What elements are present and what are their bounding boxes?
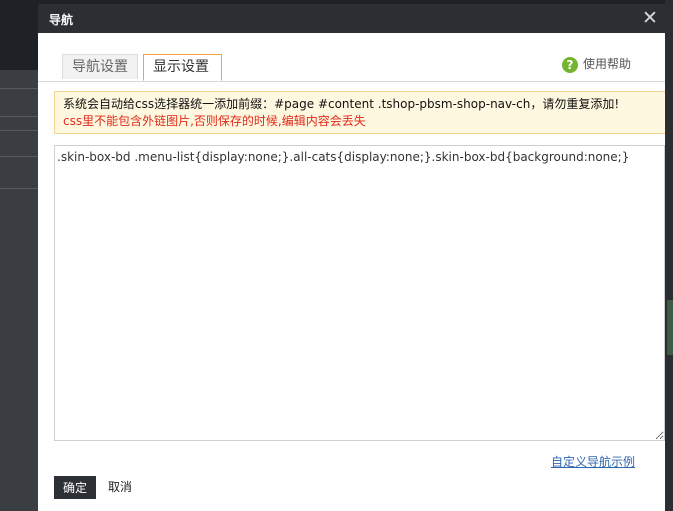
navigation-dialog: 导航 ✕ 导航设置 显示设置 ? 使用帮助 系统会自动给css选择器统一添加前缀：… [38,4,665,511]
background-divider [0,88,38,89]
background-accent [667,300,673,355]
tab-display-settings[interactable]: 显示设置 [143,54,222,81]
help-label: 使用帮助 [582,57,631,71]
background-panel-left [0,70,38,511]
notice-box: 系统会自动给css选择器统一添加前缀：#page #content .tshop… [54,91,665,134]
close-icon[interactable]: ✕ [639,7,661,29]
help-icon: ? [561,56,578,73]
dialog-title: 导航 [49,13,74,27]
notice-warning-text: css里不能包含外链图片,否则保存的时候,编辑内容会丢失 [63,114,366,128]
cancel-button[interactable]: 取消 [102,476,138,499]
css-editor[interactable]: .skin-box-bd .menu-list{display:none;}.a… [54,145,665,441]
dialog-titlebar: 导航 ✕ [38,4,665,33]
background-panel-right [665,0,673,511]
background-divider [0,116,38,117]
background-divider [0,156,38,157]
background-divider [0,188,38,189]
tab-bar: 导航设置 显示设置 ? 使用帮助 [38,33,665,82]
custom-nav-example-link[interactable]: 自定义导航示例 [551,453,635,470]
background-divider [0,130,38,131]
notice-prefix-text: 系统会自动给css选择器统一添加前缀：#page #content .tshop… [63,97,620,111]
help-link[interactable]: ? 使用帮助 [561,55,631,73]
ok-button[interactable]: 确定 [54,476,96,499]
tab-nav-settings[interactable]: 导航设置 [62,54,138,79]
